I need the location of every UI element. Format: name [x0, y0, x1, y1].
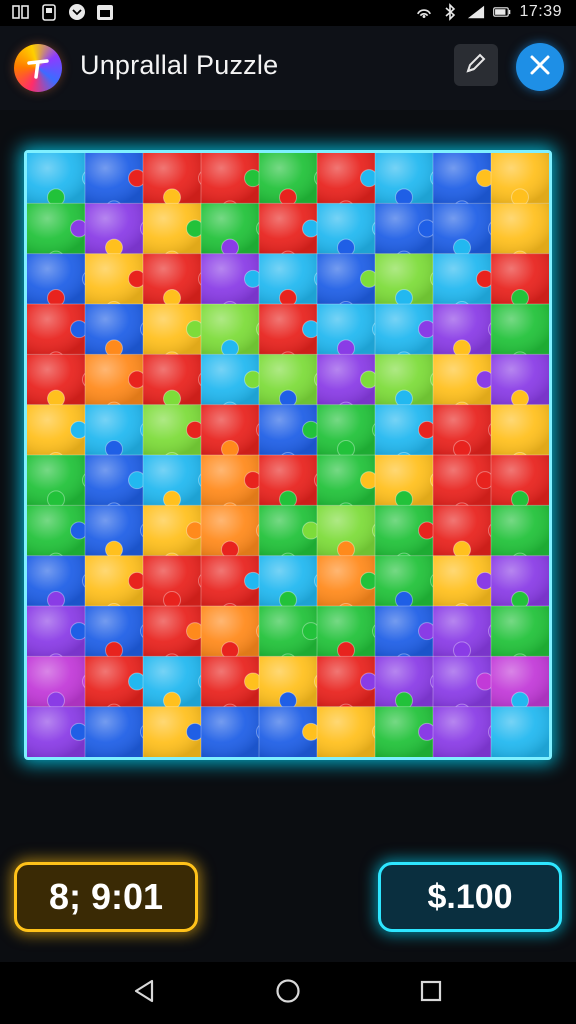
puzzle-piece[interactable]: [491, 455, 549, 509]
calendar-icon: [96, 3, 114, 21]
edit-button[interactable]: [454, 44, 498, 86]
hotspot-icon: [415, 3, 433, 21]
back-button[interactable]: [127, 976, 161, 1010]
status-left-icons: [12, 3, 114, 21]
bluetooth-icon: [441, 3, 459, 21]
home-circle-icon: [275, 978, 301, 1009]
status-time: 17:39: [519, 3, 562, 20]
app-header: Unprallal Puzzle: [0, 26, 576, 110]
puzzle-piece[interactable]: [491, 354, 549, 408]
puzzle-piece[interactable]: [491, 153, 549, 207]
recents-button[interactable]: [414, 976, 448, 1010]
puzzle-piece[interactable]: [143, 706, 204, 757]
puzzle-piece[interactable]: [259, 706, 320, 757]
puzzle-board[interactable]: [24, 150, 552, 760]
status-right-icons: 17:39: [415, 3, 562, 21]
score-display: $.100: [378, 862, 562, 932]
recents-square-icon: [419, 979, 443, 1008]
puzzle-piece[interactable]: [491, 706, 549, 757]
puzzle-grid[interactable]: [27, 153, 549, 757]
timer-display: 8; 9:01: [14, 862, 198, 932]
back-triangle-icon: [132, 978, 156, 1009]
puzzle-piece[interactable]: [491, 656, 549, 710]
sim-icon: [12, 3, 30, 21]
close-button[interactable]: [516, 43, 564, 91]
screenshot-icon: [40, 3, 58, 21]
navigation-bar: [0, 962, 576, 1024]
signal-icon: [467, 3, 485, 21]
home-button[interactable]: [271, 976, 305, 1010]
puzzle-piece[interactable]: [375, 706, 436, 757]
edit-icon: [463, 50, 489, 81]
close-icon: [528, 53, 552, 82]
puzzle-piece[interactable]: [491, 253, 549, 307]
app-title: Unprallal Puzzle: [80, 50, 279, 80]
puzzle-piece[interactable]: [491, 555, 549, 609]
message-icon: [68, 3, 86, 21]
app-logo-icon: [14, 44, 62, 92]
puzzle-piece[interactable]: [27, 706, 88, 757]
battery-icon: [493, 3, 511, 21]
status-bar: 17:39: [0, 0, 576, 26]
